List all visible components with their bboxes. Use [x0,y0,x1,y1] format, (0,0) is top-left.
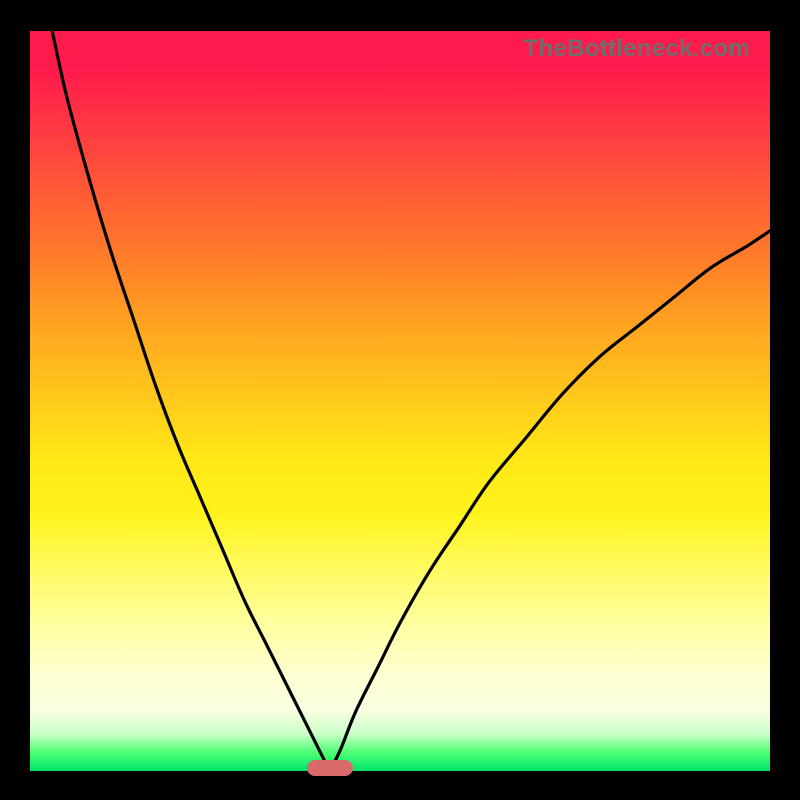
minimum-marker [307,760,353,776]
series-bottleneck-curve-right [330,231,770,771]
bottleneck-curve [30,31,770,771]
plot-area: TheBottleneck.com [30,31,770,771]
chart-stage: TheBottleneck.com [0,0,800,800]
series-bottleneck-curve-left [52,31,330,771]
